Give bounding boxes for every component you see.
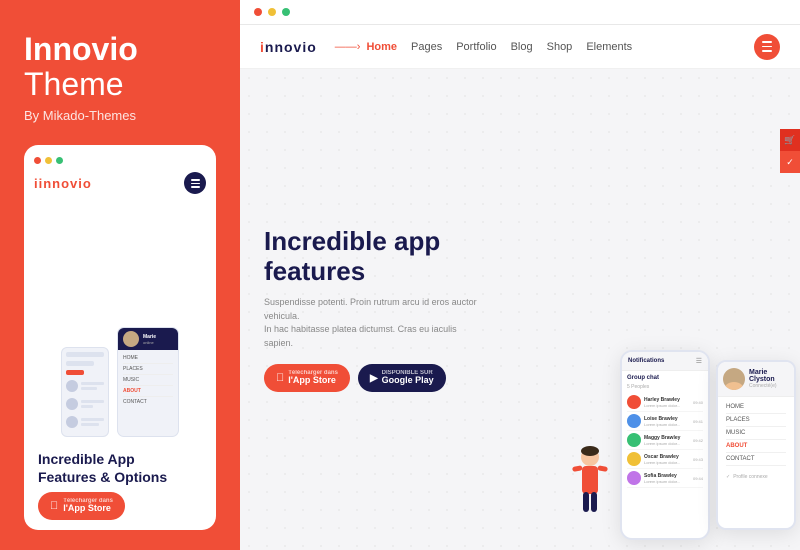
chat-msg: Lorem ipsum dolor...: [644, 479, 690, 484]
phone-filter-icon: ☰: [696, 357, 702, 365]
phone-mockup-large: Marie online HOME PLACES MUSIC ABOUT CON…: [117, 327, 179, 437]
hero-buttons:  Télécharger dans l'App Store ▶ DISPONI…: [264, 364, 484, 392]
brand-name: Innovio: [24, 32, 216, 67]
chat-time: 09:40: [693, 400, 703, 405]
hero-phones: Notifications ☰ Group chat 5 Peoples Har…: [620, 69, 796, 550]
profile-header: Marie Clyston Connecté(e): [718, 362, 794, 397]
google-play-label: DISPONIBLE SUR Google Play: [382, 370, 434, 386]
chat-avatar: [627, 452, 641, 466]
chat-info: Oscar Brawley Lorem ipsum dolor...: [644, 454, 690, 465]
chat-row: Maggy Brawley Lorem ipsum dolor... 09:42: [627, 431, 703, 450]
chat-row: Oscar Brawley Lorem ipsum dolor... 09:43: [627, 450, 703, 469]
nav-links: Pages Portfolio Blog Shop Elements: [411, 41, 754, 53]
phone-notif-header: Notifications ☰: [622, 352, 708, 371]
chat-avatar: [627, 471, 641, 485]
character-svg: [570, 445, 610, 525]
chat-row: Sofia Brawley Lorem ipsum dolor... 09:44: [627, 469, 703, 488]
hero-phone-right: Marie Clyston Connecté(e) HOME PLACES MU…: [716, 360, 796, 530]
nav-home-group: ——› Home: [335, 41, 397, 53]
phone-people-count: 5 Peoples: [627, 384, 703, 390]
hero-description: Suspendisse potenti. Proin rutrum arcu i…: [264, 296, 484, 350]
profile-menu-item-about[interactable]: ABOUT: [726, 440, 786, 453]
nav-pages[interactable]: Pages: [411, 41, 442, 53]
chat-msg: Lorem ipsum dolor...: [644, 460, 690, 465]
dot-red: [34, 157, 41, 164]
browser-dot-green: [282, 8, 290, 16]
profile-avatar: [723, 368, 745, 390]
browser-dot-red: [254, 8, 262, 16]
chat-msg: Lorem ipsum dolor...: [644, 403, 690, 408]
chat-time: 09:44: [693, 476, 703, 481]
profile-menu-item-music[interactable]: MUSIC: [726, 427, 786, 440]
apple-icon: : [50, 500, 58, 512]
card-tagline: Incredible AppFeatures & Options: [38, 451, 202, 486]
profile-info: Marie Clyston Connecté(e): [749, 369, 789, 389]
chat-info: Loise Brawley Lorem ipsum dolor...: [644, 416, 690, 427]
chat-avatar: [627, 414, 641, 428]
chat-avatar: [627, 433, 641, 447]
google-play-button[interactable]: ▶ DISPONIBLE SUR Google Play: [358, 364, 446, 392]
nav-home-link[interactable]: Home: [366, 41, 397, 53]
appstore-label: Télécharger dans l'App Store: [288, 370, 338, 386]
check-icon: ✓: [726, 474, 730, 480]
card-menu-button[interactable]: [184, 172, 206, 194]
hero-section: Incredible app features Suspendisse pote…: [240, 69, 800, 550]
right-panel: innovio ——› Home Pages Portfolio Blog Sh…: [240, 0, 800, 550]
nav-blog[interactable]: Blog: [511, 41, 533, 53]
card-nav: iinnovio: [34, 172, 206, 194]
chat-msg: Lorem ipsum dolor...: [644, 441, 690, 446]
chat-time: 09:41: [693, 419, 703, 424]
mobile-preview-card: iinnovio: [24, 145, 216, 530]
hero-title: Incredible app features: [264, 227, 484, 287]
card-dots: [34, 157, 206, 164]
chat-info: Maggy Brawley Lorem ipsum dolor...: [644, 435, 690, 446]
apple-store-icon: : [276, 372, 284, 384]
hero-content: Incredible app features Suspendisse pote…: [264, 227, 484, 393]
chat-time: 09:43: [693, 457, 703, 462]
left-panel: Innovio Theme By Mikado-Themes iinnovio: [0, 0, 240, 550]
chat-info: Sofia Brawley Lorem ipsum dolor...: [644, 473, 690, 484]
chat-avatar: [627, 395, 641, 409]
phone-chat-section: Group chat 5 Peoples Harley Brawley Lore…: [622, 371, 708, 492]
chat-info: Harley Brawley Lorem ipsum dolor...: [644, 397, 690, 408]
profile-menu: HOME PLACES MUSIC ABOUT CONTACT: [718, 397, 794, 470]
brand-subtitle: Theme: [24, 67, 216, 102]
brand-author: By Mikado-Themes: [24, 108, 216, 123]
phone-group-label: Group chat: [627, 375, 703, 381]
dot-green: [56, 157, 63, 164]
card-appstore-button[interactable]:  Télécharger dans l'App Store: [38, 492, 125, 520]
hero-phone-main: Notifications ☰ Group chat 5 Peoples Har…: [620, 350, 710, 540]
card-logo: iinnovio: [34, 176, 92, 191]
profile-connexe-label: Profile connexe: [733, 474, 767, 480]
profile-menu-item-places[interactable]: PLACES: [726, 414, 786, 427]
card-phone-mockup: Marie online HOME PLACES MUSIC ABOUT CON…: [34, 204, 206, 437]
appstore-button[interactable]:  Télécharger dans l'App Store: [264, 364, 350, 392]
appstore-label: Télécharger dans l'App Store: [63, 498, 113, 514]
dot-yellow: [45, 157, 52, 164]
website-logo: innovio: [260, 39, 317, 55]
nav-portfolio[interactable]: Portfolio: [456, 41, 496, 53]
profile-menu-item-home[interactable]: HOME: [726, 401, 786, 414]
chat-time: 09:42: [693, 438, 703, 443]
nav-arrow-icon: ——›: [335, 41, 361, 53]
google-play-icon: ▶: [370, 373, 378, 384]
nav-elements[interactable]: Elements: [586, 41, 632, 53]
character-illustration: [570, 445, 610, 530]
nav-shop[interactable]: Shop: [547, 41, 573, 53]
browser-dot-yellow: [268, 8, 276, 16]
browser-chrome: [240, 0, 800, 25]
website-nav: innovio ——› Home Pages Portfolio Blog Sh…: [240, 25, 800, 69]
brand-title: Innovio Theme: [24, 32, 216, 102]
profile-menu-item-contact[interactable]: CONTACT: [726, 453, 786, 466]
phone-mockup-small: [61, 347, 109, 437]
nav-hamburger-button[interactable]: [754, 34, 780, 60]
chat-msg: Lorem ipsum dolor...: [644, 422, 690, 427]
chat-row: Harley Brawley Lorem ipsum dolor... 09:4…: [627, 393, 703, 412]
chat-row: Loise Brawley Lorem ipsum dolor... 09:41: [627, 412, 703, 431]
